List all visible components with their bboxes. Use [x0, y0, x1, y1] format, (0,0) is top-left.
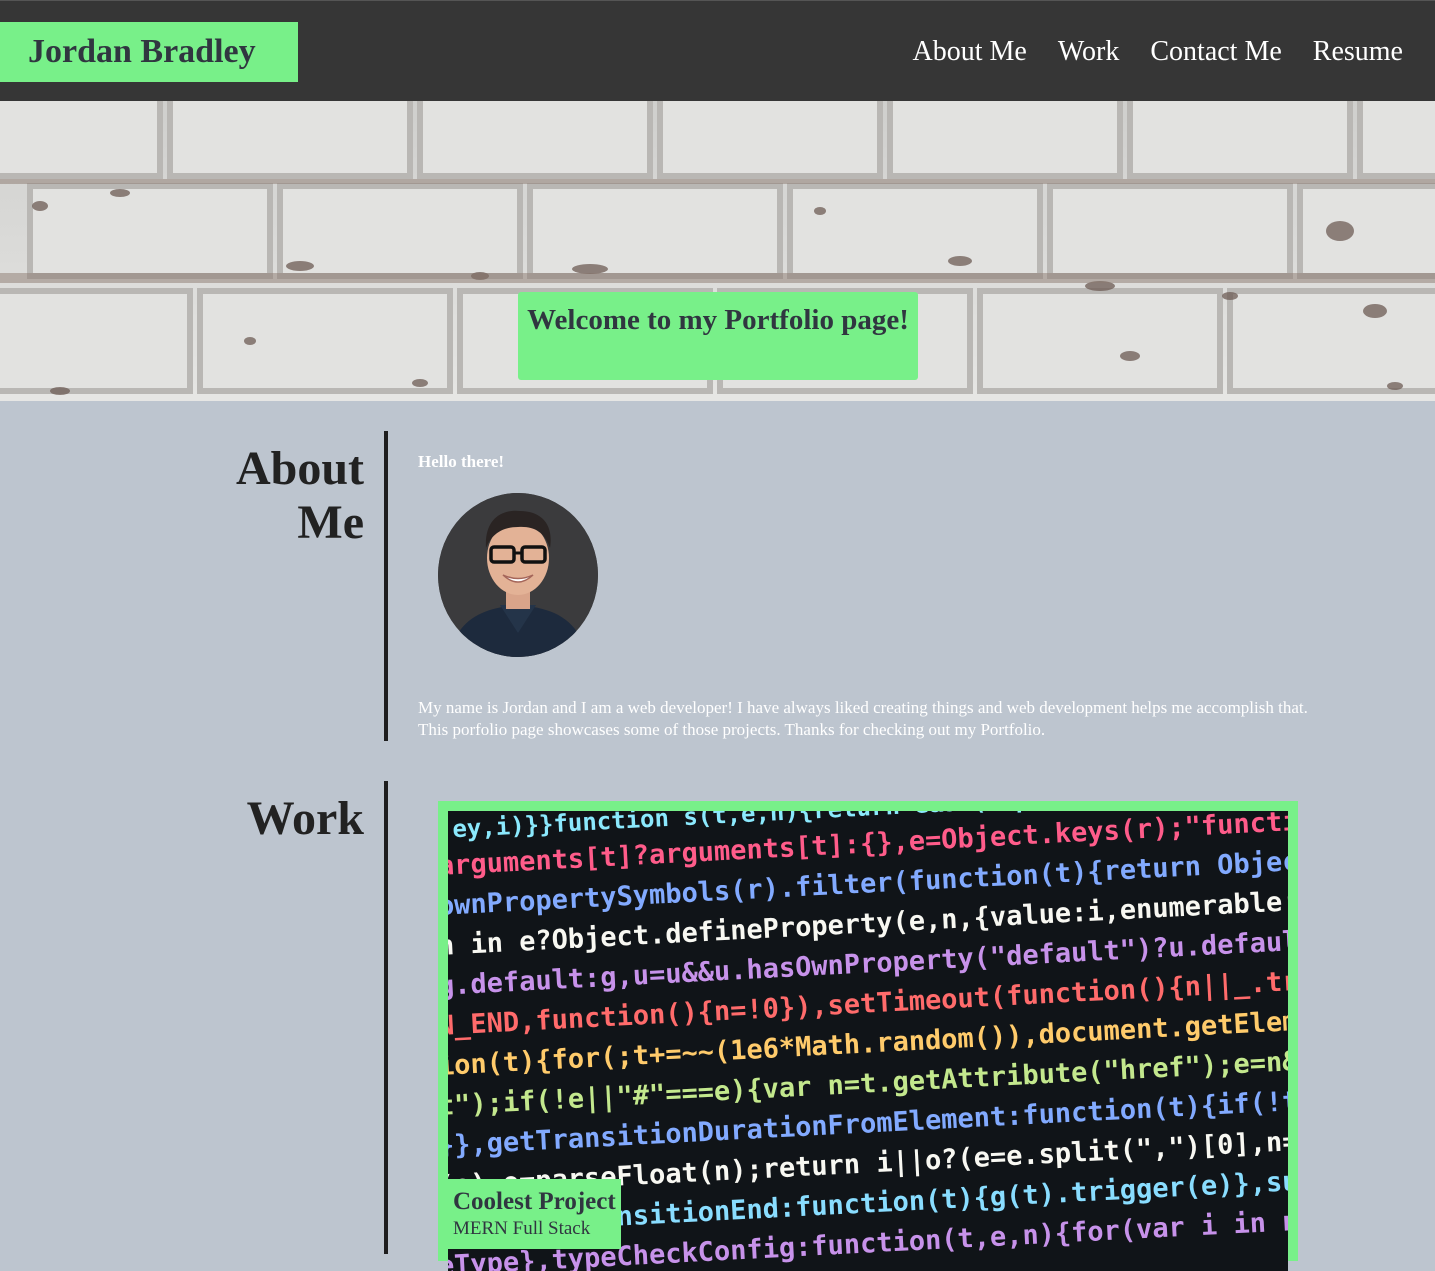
nav-link-work[interactable]: Work	[1058, 34, 1120, 70]
hero-banner: Welcome to my Portfolio page!	[0, 101, 1435, 401]
about-bio: My name is Jordan and I am a web develop…	[418, 698, 1308, 739]
main-nav: About Me Work Contact Me Resume	[913, 34, 1403, 70]
profile-photo	[438, 493, 598, 657]
person-portrait-icon	[438, 493, 598, 657]
about-heading: About Me	[235, 442, 364, 549]
nav-link-resume[interactable]: Resume	[1313, 34, 1403, 70]
welcome-banner: Welcome to my Portfolio page!	[518, 292, 918, 380]
nav-link-about-me[interactable]: About Me	[913, 34, 1027, 70]
brand-name[interactable]: Jordan Bradley	[0, 22, 298, 82]
nav-link-contact-me[interactable]: Contact Me	[1150, 34, 1281, 70]
project-label: Coolest Project MERN Full Stack	[438, 1179, 621, 1249]
project-subtitle: MERN Full Stack	[453, 1218, 591, 1239]
about-greeting: Hello there!	[418, 452, 505, 471]
site-header: Jordan Bradley About Me Work Contact Me …	[0, 0, 1435, 101]
work-divider	[384, 781, 388, 1254]
project-title[interactable]: Coolest Project	[453, 1187, 621, 1217]
work-heading: Work	[246, 792, 364, 845]
about-divider	[384, 431, 388, 741]
